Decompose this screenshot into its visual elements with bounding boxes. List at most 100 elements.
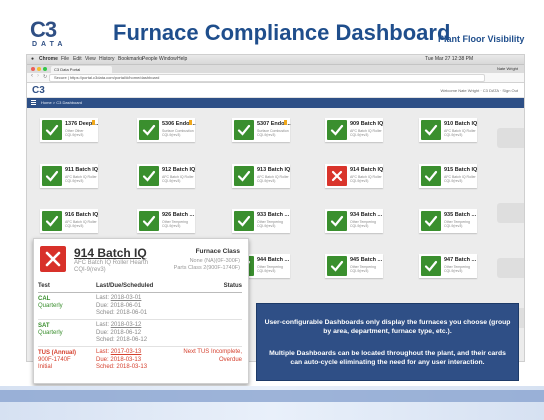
furnace-card[interactable]: 935 Batch ... Other Tempering CQI-9(rev3) xyxy=(419,209,477,233)
menu-people[interactable]: People xyxy=(142,56,158,62)
label-due: Due: xyxy=(96,302,109,309)
info-callout: User-configurable Dashboards only displa… xyxy=(256,303,519,381)
menu-window[interactable]: Window xyxy=(159,56,177,62)
label-last: Last: xyxy=(96,349,110,355)
status-line-1: Next TUS Incomplete, xyxy=(183,349,242,355)
furnace-card-standard: CQI-9(rev3) xyxy=(444,179,463,183)
compliant-check-icon xyxy=(42,166,62,186)
test-freq-cal: Quarterly xyxy=(38,303,63,309)
due-date: 2018-06-01 xyxy=(110,302,142,309)
furnace-card-name: 916 Batch IQ xyxy=(65,212,99,218)
compliant-check-icon xyxy=(42,120,62,140)
furnace-card[interactable]: 933 Batch ... Other Tempering CQI-9(rev3) xyxy=(232,209,290,233)
furnace-card[interactable]: 911 Batch IQ AFC Batch IQ Roller CQI-9(rev… xyxy=(40,164,98,188)
info-paragraph-1: User-configurable Dashboards only displa… xyxy=(264,319,511,335)
furnace-class-label: Furnace Class xyxy=(195,248,240,255)
menu-view[interactable]: View xyxy=(85,56,96,62)
app-nav-bar: Home > C3 Dashboard xyxy=(27,98,524,108)
last-date-link[interactable]: 2018-03-01 xyxy=(111,295,142,301)
noncompliant-x-icon xyxy=(40,246,66,272)
furnace-card-standard: CQI-9(rev3) xyxy=(444,133,463,137)
menu-chrome[interactable]: Chrome xyxy=(39,56,58,62)
menu-help[interactable]: Help xyxy=(177,56,187,62)
close-window-icon[interactable] xyxy=(31,67,35,71)
back-icon[interactable]: ‹ xyxy=(31,73,33,79)
label-last: Last: xyxy=(96,322,110,328)
breadcrumb[interactable]: Home > C3 Dashboard xyxy=(41,100,82,105)
furnace-card[interactable]: 5306 Endo ... Surface Combustion CQI-9(rev… xyxy=(137,118,196,142)
furnace-card-standard: CQI-9(rev3) xyxy=(257,269,276,273)
furnace-class-2: Parts Class 2(900F-1740F) xyxy=(173,265,240,271)
test-dates-sat: Last: 2018-03-12 Due: 2018-06-12 Sched: … xyxy=(96,322,147,345)
furnace-card-standard: CQI-9(rev3) xyxy=(162,133,181,137)
row-divider xyxy=(38,319,242,320)
os-menu-bar: ● Chrome File Edit View History Bookmark… xyxy=(27,55,524,65)
furnace-card[interactable]: 926 Batch ... Other Tempering CQI-9(rev3) xyxy=(137,209,195,233)
user-welcome[interactable]: Welcome Nate Wright · C3 DATA · Sign Out xyxy=(440,88,518,93)
app-logo[interactable]: C3 xyxy=(32,85,45,96)
warning-flag-icon xyxy=(189,120,192,125)
compliant-check-icon xyxy=(421,256,441,276)
furnace-card-name: 944 Batch ... xyxy=(257,257,290,263)
menu-history[interactable]: History xyxy=(99,56,115,62)
test-freq-sat: Quarterly xyxy=(38,330,63,336)
column-header-status: Status xyxy=(223,283,242,289)
furnace-card[interactable]: 912 Batch IQ AFC Batch IQ Roller CQI-9(rev… xyxy=(137,164,195,188)
furnace-card[interactable]: 915 Batch IQ AFC Batch IQ Roller CQI-9(rev… xyxy=(419,164,477,188)
app-header: C3 Welcome Nate Wright · C3 DATA · Sign … xyxy=(27,83,524,98)
browser-tab[interactable]: C3 Data Portal xyxy=(51,66,112,73)
furnace-detail-card[interactable]: 914 Batch IQ AFC Batch IQ Roller Hearth … xyxy=(33,238,249,384)
compliant-check-icon xyxy=(421,211,441,231)
profile-name[interactable]: Nate Wright xyxy=(497,66,518,71)
furnace-card-name: 913 Batch IQ xyxy=(257,167,291,173)
menu-bookmarks[interactable]: Bookmarks xyxy=(118,56,143,62)
furnace-card-name: 935 Batch ... xyxy=(444,212,477,218)
furnace-title-link[interactable]: 914 Batch IQ xyxy=(74,246,147,260)
url-input[interactable]: Secure | https://portal.c3data.com/porta… xyxy=(49,74,485,82)
furnace-card-name: 910 Batch IQ xyxy=(444,121,478,127)
furnace-card[interactable]: 947 Batch ... Other Tempering CQI-9(rev3) xyxy=(419,254,477,278)
furnace-card[interactable]: 1376 Deep ... Other Other CQI-9(rev3) xyxy=(40,118,98,142)
last-date-link[interactable]: 2018-03-12 xyxy=(111,322,142,328)
due-date: 2018-06-12 xyxy=(110,329,142,336)
menu-file[interactable]: File xyxy=(61,56,69,62)
label-due: Due: xyxy=(96,356,109,363)
last-date-link[interactable]: 2017-03-13 xyxy=(111,349,142,355)
slide-subtitle: Plant Floor Visibility xyxy=(438,34,525,44)
furnace-card[interactable]: 5307 Endo ... Surface Combustion CQI-9(rev… xyxy=(232,118,291,142)
compliant-check-icon xyxy=(234,211,254,231)
maximize-window-icon[interactable] xyxy=(43,67,47,71)
furnace-card[interactable]: 913 Batch IQ AFC Batch IQ Roller CQI-9(rev… xyxy=(232,164,290,188)
test-type-tus: Initial xyxy=(38,364,53,370)
column-header-test: Test xyxy=(38,283,50,289)
furnace-card[interactable]: 945 Batch ... Other Tempering CQI-9(rev3) xyxy=(325,254,383,278)
forward-icon[interactable]: › xyxy=(37,73,39,79)
furnace-card[interactable]: 909 Batch IQ AFC Batch IQ Roller CQI-9(rev… xyxy=(325,118,383,142)
compliant-check-icon xyxy=(327,211,347,231)
furnace-card[interactable]: 916 Batch IQ AFC Batch IQ Roller CQI-9(rev… xyxy=(40,209,98,233)
placeholder-tile xyxy=(497,203,524,223)
test-status-tus: Next TUS Incomplete, Overdue xyxy=(183,349,242,364)
apple-icon[interactable]: ● xyxy=(31,56,34,62)
compliant-check-icon xyxy=(42,211,62,231)
noncompliant-x-icon xyxy=(327,166,347,186)
compliant-check-icon xyxy=(234,166,254,186)
furnace-card-name: 947 Batch ... xyxy=(444,257,477,263)
furnace-card-name: 911 Batch IQ xyxy=(65,167,99,173)
furnace-card[interactable]: 934 Batch ... Other Tempering CQI-9(rev3) xyxy=(325,209,383,233)
menu-edit[interactable]: Edit xyxy=(73,56,82,62)
label-last: Last: xyxy=(96,295,110,301)
furnace-card[interactable]: 914 Batch IQ AFC Batch IQ Roller CQI-9(rev… xyxy=(325,164,383,188)
label-sched: Sched: xyxy=(96,364,115,370)
furnace-card[interactable]: 910 Batch IQ AFC Batch IQ Roller CQI-9(rev… xyxy=(419,118,477,142)
furnace-card-standard: CQI-9(rev3) xyxy=(444,269,463,273)
furnace-card-standard: CQI-9(rev3) xyxy=(65,179,84,183)
label-due: Due: xyxy=(96,329,109,336)
hamburger-menu-icon[interactable] xyxy=(31,100,36,105)
furnace-card-standard: CQI-9(rev3) xyxy=(350,179,369,183)
sched-date: 2018-03-13 xyxy=(116,364,148,370)
reload-icon[interactable]: ↻ xyxy=(43,74,47,80)
minimize-window-icon[interactable] xyxy=(37,67,41,71)
logo-wordmark: DATA xyxy=(32,41,67,48)
compliant-check-icon xyxy=(139,211,159,231)
